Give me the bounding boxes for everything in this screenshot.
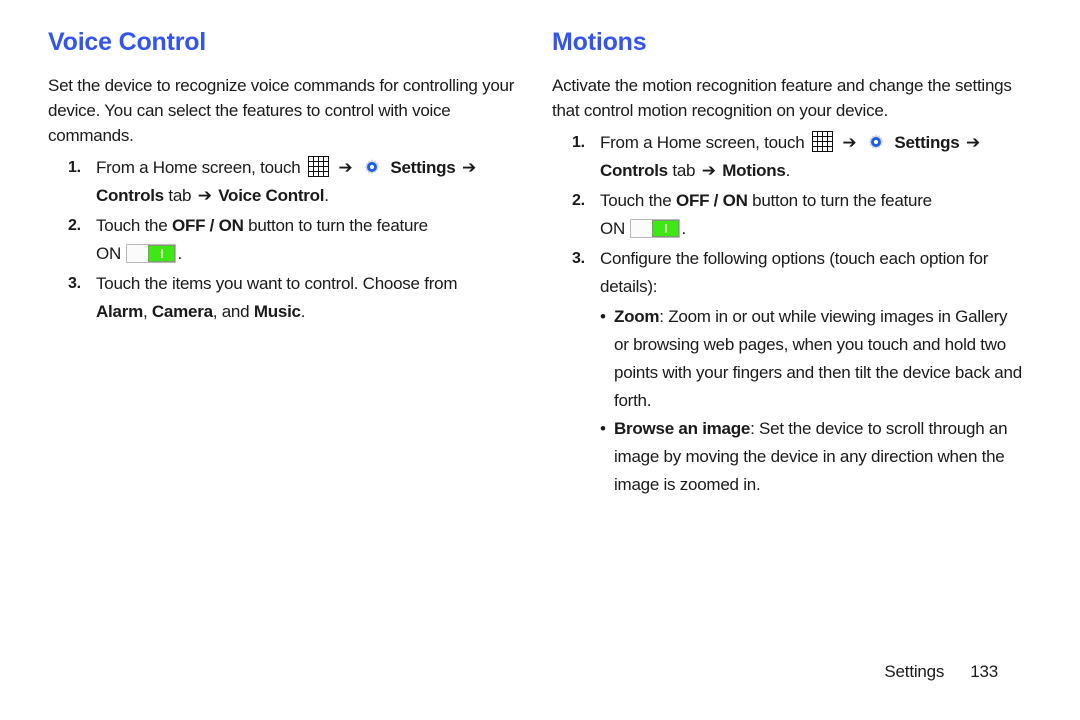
tab-word: tab: [168, 186, 192, 205]
step-number: 2.: [68, 217, 81, 234]
step-text-part-a: Configure the following options (touch e…: [600, 249, 989, 296]
option-term-zoom: Zoom: [614, 307, 660, 326]
controls-tab-label: Controls: [600, 161, 668, 180]
on-word: ON: [96, 244, 121, 263]
apps-grid-icon[interactable]: [811, 131, 833, 152]
step-number: 2.: [572, 192, 585, 209]
toggle-knob: [652, 220, 680, 237]
motions-label: Motions: [722, 161, 786, 180]
manual-page: Voice Control Set the device to recogniz…: [0, 0, 1080, 720]
settings-label: Settings: [390, 158, 456, 177]
footer-page-number: 133: [970, 662, 998, 681]
step-number: 1.: [572, 134, 585, 151]
off-on-label: OFF / ON: [675, 191, 748, 210]
step-number: 1.: [68, 159, 81, 176]
period: .: [177, 244, 182, 263]
alarm-label: Alarm: [96, 302, 143, 321]
step-item-2: 2. Touch the OFF / ON button to turn the…: [48, 212, 518, 268]
page-title-voice-control: Voice Control: [48, 28, 207, 56]
arrow-icon: ➔: [701, 161, 716, 180]
tab-word: tab: [672, 161, 696, 180]
step-text-part-a: From a Home screen, touch: [96, 158, 301, 177]
step-item-3: 3. Configure the following options (touc…: [552, 245, 1022, 499]
intro-paragraph-motions: Activate the motion recognition feature …: [552, 76, 1012, 120]
bullet-icon: •: [600, 307, 606, 326]
step-text-part-c: button to turn the feature: [248, 216, 428, 235]
options-bullet-list: • Zoom: Zoom in or out while viewing imag…: [600, 303, 1022, 499]
voice-control-label: Voice Control: [218, 186, 325, 205]
period: .: [324, 186, 329, 205]
arrow-icon: ➔: [461, 158, 476, 177]
step-item-1: 1. From a Home screen, touch ➔ Settings …: [48, 154, 518, 210]
list-item-zoom: • Zoom: Zoom in or out while viewing imag…: [600, 303, 1022, 415]
step-text-part-c: button to turn the feature: [752, 191, 932, 210]
camera-label: Camera: [151, 302, 213, 321]
settings-label: Settings: [894, 133, 960, 152]
list-item-browse-an-image: • Browse an image: Set the device to scro…: [600, 415, 1022, 499]
step-item-3: 3. Touch the items you want to control. …: [48, 270, 518, 326]
toggle-knob: [148, 245, 176, 262]
apps-grid-icon[interactable]: [307, 156, 329, 177]
left-column: Voice Control Set the device to recogniz…: [48, 28, 518, 328]
option-term-browse-an-image: Browse an image: [614, 419, 751, 438]
step-item-2: 2. Touch the OFF / ON button to turn the…: [552, 187, 1022, 243]
step-text-part-a: Touch the: [96, 216, 168, 235]
step-text-part-a: Touch the items you want to control. Cho…: [96, 274, 458, 293]
arrow-icon: ➔: [338, 158, 353, 177]
steps-list-motions: 1. From a Home screen, touch ➔ Settings …: [552, 129, 1022, 499]
intro-paragraph-voice-control: Set the device to recognize voice comman…: [48, 76, 515, 145]
option-body-zoom: : Zoom in or out while viewing images in…: [614, 307, 1022, 410]
right-column: Motions Activate the motion recognition …: [552, 28, 1022, 501]
step-text-part-a: From a Home screen, touch: [600, 133, 805, 152]
arrow-icon: ➔: [965, 133, 980, 152]
step-number: 3.: [68, 275, 81, 292]
music-label: Music: [253, 302, 301, 321]
period: .: [785, 161, 791, 180]
toggle-switch-on[interactable]: [126, 244, 177, 263]
on-word: ON: [600, 219, 625, 238]
arrow-icon: ➔: [197, 186, 212, 205]
comma: ,: [142, 302, 148, 321]
footer-section-label: Settings: [884, 662, 945, 681]
period: .: [300, 302, 306, 321]
toggle-switch-on[interactable]: [630, 219, 681, 238]
gear-icon[interactable]: [361, 156, 383, 178]
step-text-part-a: Touch the: [600, 191, 672, 210]
page-title-motions: Motions: [552, 28, 647, 56]
and-word: , and: [212, 302, 250, 321]
period: .: [681, 219, 686, 238]
gear-icon[interactable]: [865, 131, 887, 153]
step-item-1: 1. From a Home screen, touch ➔ Settings …: [552, 129, 1022, 185]
arrow-icon: ➔: [842, 133, 857, 152]
off-on-label: OFF / ON: [171, 216, 244, 235]
controls-tab-label: Controls: [96, 186, 164, 205]
bullet-icon: •: [600, 419, 606, 438]
step-number: 3.: [572, 250, 585, 267]
page-footer: Settings 133: [0, 662, 1080, 682]
steps-list-voice-control: 1. From a Home screen, touch ➔ Settings …: [48, 154, 518, 326]
